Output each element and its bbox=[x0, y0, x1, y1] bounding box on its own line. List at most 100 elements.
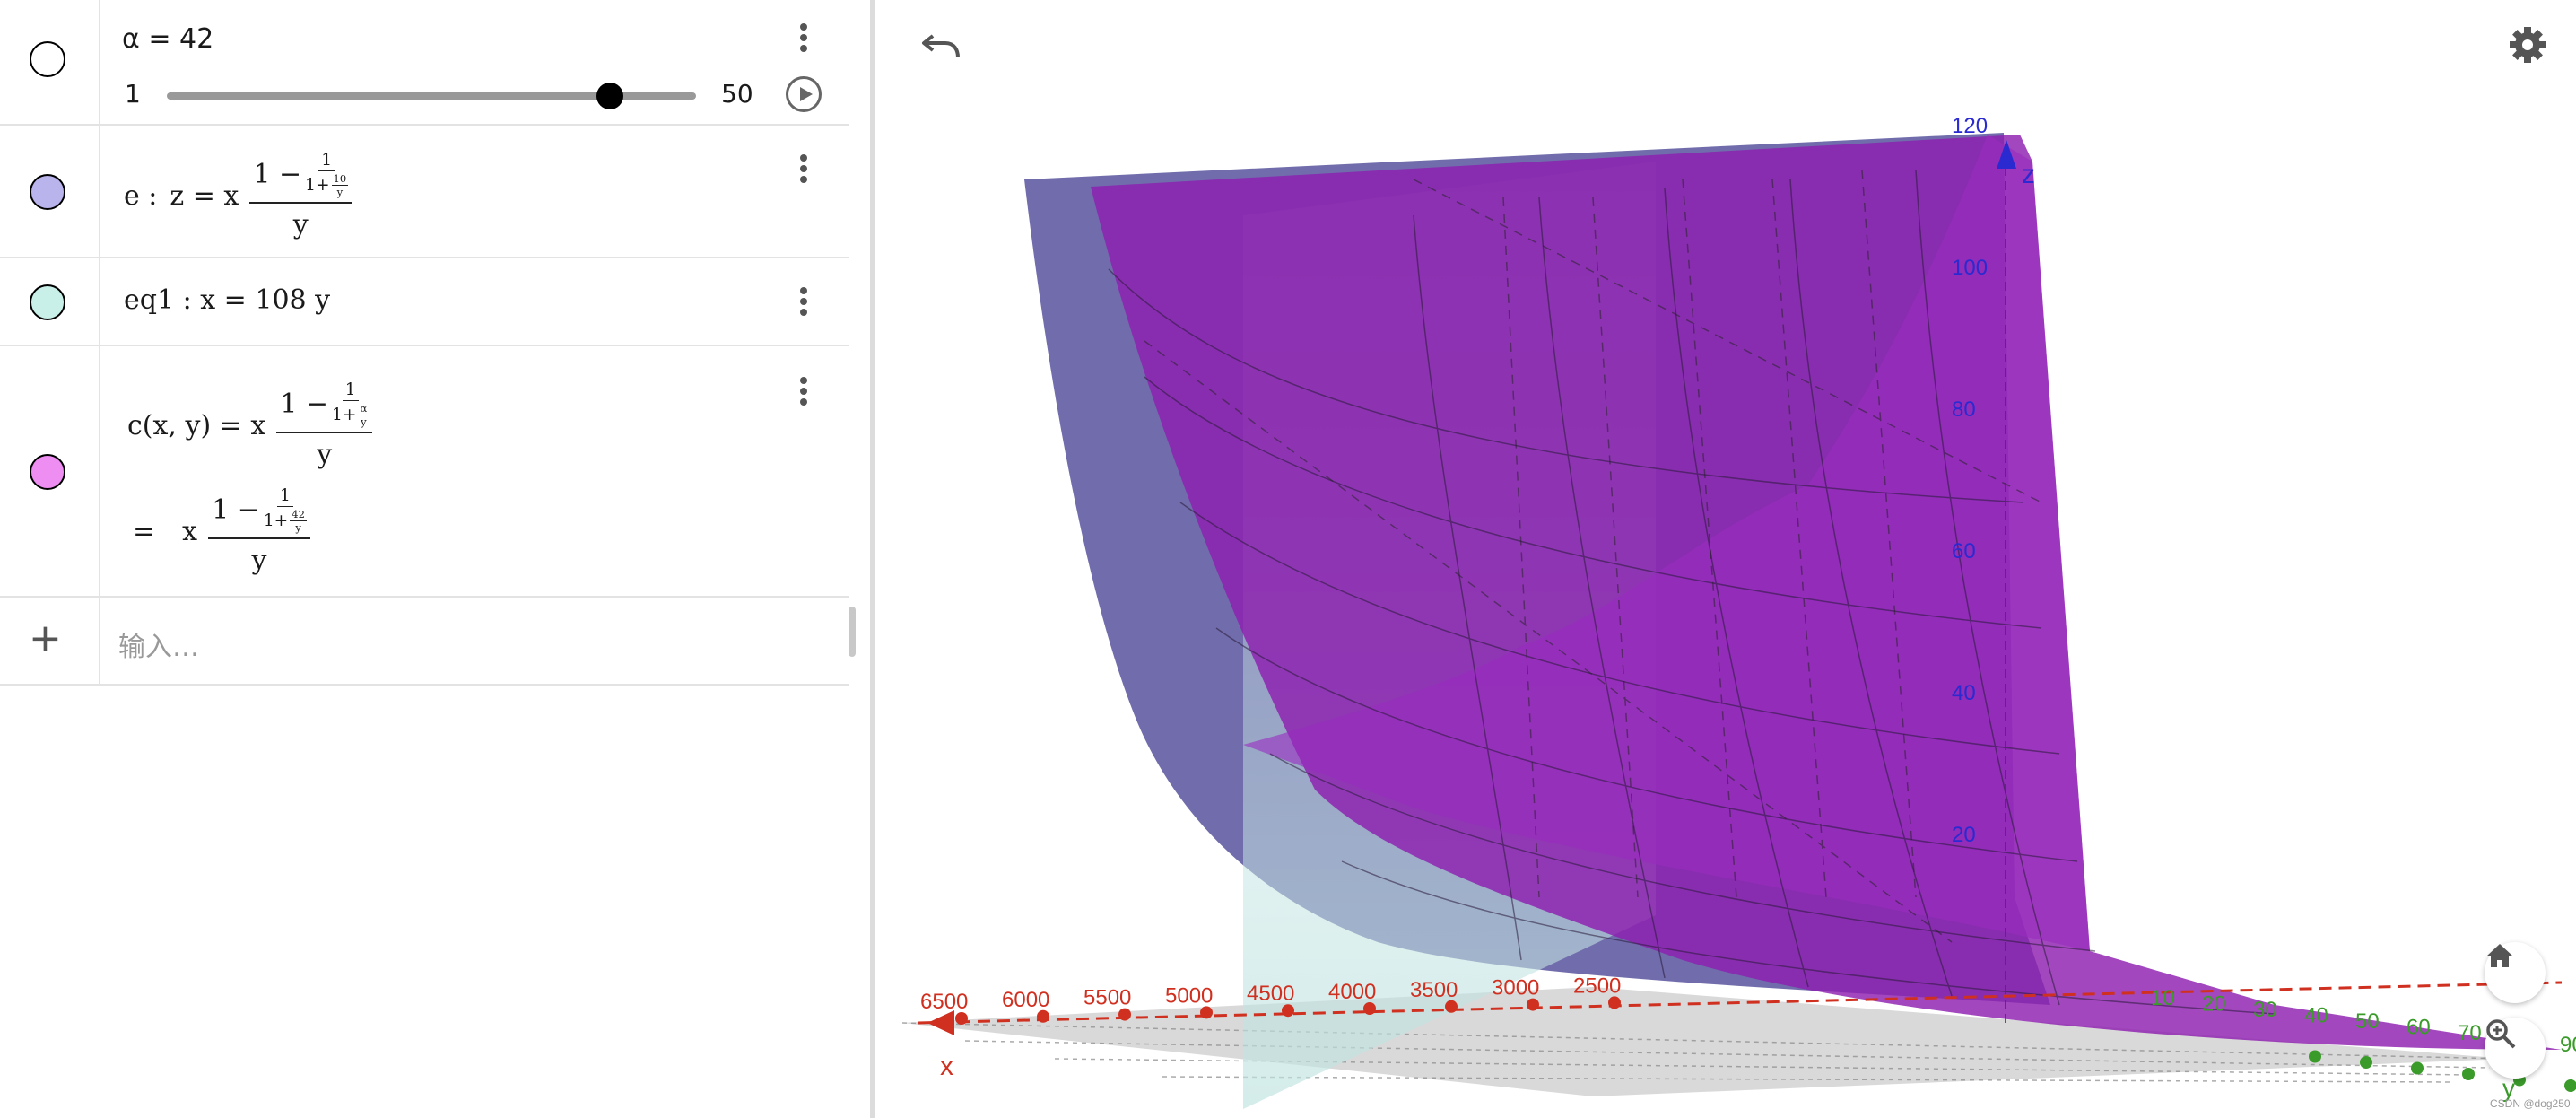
visibility-toggle-alpha[interactable] bbox=[30, 41, 65, 77]
numerator-prefix: 1 − bbox=[253, 159, 302, 190]
graphics-3d-view[interactable]: 6500 6000 5500 5000 4500 4000 3500 3000 2500 x 1… bbox=[875, 0, 2576, 1118]
algebra-row-e[interactable]: e : z = x 1 − 1 1+ 10 y y bbox=[0, 126, 849, 258]
equation-eq1[interactable]: eq1 : x = 108 y bbox=[124, 284, 330, 316]
marble-column bbox=[0, 126, 100, 257]
inner-fraction: 1 1+ α y bbox=[332, 380, 370, 428]
y-tick-label: 60 bbox=[2406, 1016, 2431, 1040]
inner-fraction: 1 1+ 10 y bbox=[305, 151, 349, 198]
add-icon[interactable]: + bbox=[29, 616, 62, 661]
x-tick-label: 5500 bbox=[1083, 986, 1131, 1010]
y-tick-label: 40 bbox=[2304, 1004, 2328, 1028]
numerator-prefix: 1 − bbox=[280, 389, 329, 420]
input-scroll-handle[interactable] bbox=[849, 607, 856, 657]
x-tick-label: 3500 bbox=[1410, 978, 1458, 1002]
slider-thumb[interactable] bbox=[596, 83, 623, 109]
inner-den-prefix: 1+ bbox=[263, 511, 289, 530]
inner-numerator: 1 bbox=[342, 380, 359, 401]
inner-numerator: 1 bbox=[318, 151, 335, 171]
watermark: CSDN @dog250 bbox=[2490, 1097, 2571, 1110]
nested-denominator: y bbox=[336, 186, 344, 198]
denominator: y bbox=[251, 545, 267, 576]
more-menu-icon[interactable] bbox=[795, 284, 813, 319]
y-tick-label: 30 bbox=[2253, 998, 2277, 1022]
y-tick-mark bbox=[2411, 1061, 2424, 1075]
nested-fraction: 10 y bbox=[331, 172, 349, 198]
x-tick-mark bbox=[1118, 1008, 1131, 1021]
fraction: 1 − 1 1+ 42 y y bbox=[208, 486, 310, 576]
x-tick-mark bbox=[1527, 998, 1539, 1011]
z-tick-label: 40 bbox=[1952, 681, 1976, 705]
more-menu-icon[interactable] bbox=[795, 151, 813, 187]
inner-den-prefix: 1+ bbox=[332, 406, 357, 424]
marble-column bbox=[0, 258, 100, 345]
x-tick-mark bbox=[1445, 1000, 1458, 1013]
z-tick-label: 120 bbox=[1952, 114, 1988, 138]
marble-column bbox=[0, 346, 100, 596]
slider-definition[interactable]: α = 42 bbox=[122, 23, 213, 55]
visibility-toggle-c[interactable] bbox=[30, 454, 65, 490]
nested-numerator: 42 bbox=[290, 508, 307, 521]
inner-den-prefix: 1+ bbox=[305, 176, 330, 195]
undo-icon[interactable] bbox=[918, 27, 963, 63]
zoom-icon[interactable] bbox=[2485, 1018, 2546, 1079]
visibility-toggle-eq1[interactable] bbox=[30, 284, 65, 320]
algebra-row-eq1[interactable]: eq1 : x = 108 y bbox=[0, 258, 849, 346]
marble-column bbox=[0, 0, 100, 124]
z-tick-label: 100 bbox=[1952, 256, 1988, 280]
z-tick-label: 80 bbox=[1952, 397, 1976, 422]
x-tick-label: 3000 bbox=[1492, 976, 1539, 1000]
z-tick-label: 60 bbox=[1952, 539, 1976, 563]
inner-fraction: 1 1+ 42 y bbox=[264, 486, 307, 534]
x-tick-label: 5000 bbox=[1165, 983, 1213, 1008]
numerator-prefix: 1 − bbox=[212, 494, 260, 526]
more-menu-icon[interactable] bbox=[795, 20, 813, 56]
nested-numerator: α bbox=[358, 402, 370, 415]
x-tick-label: 2500 bbox=[1573, 974, 1621, 998]
denominator: y bbox=[317, 439, 333, 470]
play-icon[interactable] bbox=[786, 76, 822, 112]
slider-min-label: 1 bbox=[125, 79, 141, 109]
nested-numerator: 10 bbox=[331, 172, 349, 186]
function-lhs: c(x, y) = x bbox=[127, 409, 266, 441]
denominator: y bbox=[292, 209, 309, 240]
y-tick-mark bbox=[2309, 1050, 2321, 1063]
equation-lhs: z = x bbox=[170, 179, 239, 212]
x-axis-arrow bbox=[927, 1010, 954, 1035]
eval-x: x bbox=[182, 515, 198, 547]
x-tick-label: 4500 bbox=[1247, 982, 1294, 1006]
z-axis-label: z bbox=[2022, 160, 2035, 189]
slider-name: α bbox=[122, 23, 140, 55]
slider-value: 42 bbox=[179, 23, 214, 55]
home-icon[interactable] bbox=[2485, 942, 2546, 1003]
visibility-toggle-e[interactable] bbox=[30, 174, 65, 210]
slider-max-label: 50 bbox=[721, 79, 753, 109]
function-definition[interactable]: c(x, y) = x 1 − 1 1+ α y y bbox=[127, 380, 373, 470]
y-tick-label: 10 bbox=[2151, 986, 2175, 1010]
equation-label: e : bbox=[124, 179, 158, 212]
x-tick-mark bbox=[1363, 1002, 1376, 1015]
settings-gear-icon[interactable] bbox=[2508, 25, 2547, 65]
nested-denominator: y bbox=[361, 415, 367, 428]
nested-fraction: α y bbox=[358, 402, 370, 428]
algebra-view: α = 42 1 50 e : z = x 1 − 1 1+ 10 y y eq… bbox=[0, 0, 849, 1118]
y-tick-mark bbox=[2564, 1079, 2576, 1092]
algebra-row-slider[interactable]: α = 42 1 50 bbox=[0, 0, 849, 126]
y-tick-mark bbox=[2462, 1068, 2475, 1080]
algebra-input-row[interactable]: + 输入… bbox=[0, 598, 849, 686]
inner-numerator: 1 bbox=[276, 486, 293, 507]
y-tick-label: 70 bbox=[2458, 1021, 2482, 1045]
y-tick-mark bbox=[2360, 1056, 2372, 1069]
equation-e[interactable]: e : z = x 1 − 1 1+ 10 y y bbox=[124, 151, 352, 240]
fraction: 1 − 1 1+ 10 y y bbox=[249, 151, 352, 240]
nested-fraction: 42 y bbox=[290, 508, 307, 534]
more-menu-icon[interactable] bbox=[795, 373, 813, 409]
marble-column: + bbox=[0, 598, 100, 684]
input-bar[interactable]: 输入… bbox=[118, 625, 199, 664]
algebra-row-c[interactable]: c(x, y) = x 1 − 1 1+ α y y = x 1 − 1 1+ … bbox=[0, 346, 849, 598]
x-tick-mark bbox=[1037, 1009, 1049, 1023]
nested-denominator: y bbox=[295, 521, 301, 534]
plot-canvas: 6500 6000 5500 5000 4500 4000 3500 3000 2500 x 1… bbox=[901, 114, 2576, 1110]
function-evaluated: = x 1 − 1 1+ 42 y y bbox=[133, 486, 310, 576]
x-tick-label: 6000 bbox=[1002, 988, 1049, 1012]
y-tick-label: 90 bbox=[2560, 1033, 2576, 1057]
